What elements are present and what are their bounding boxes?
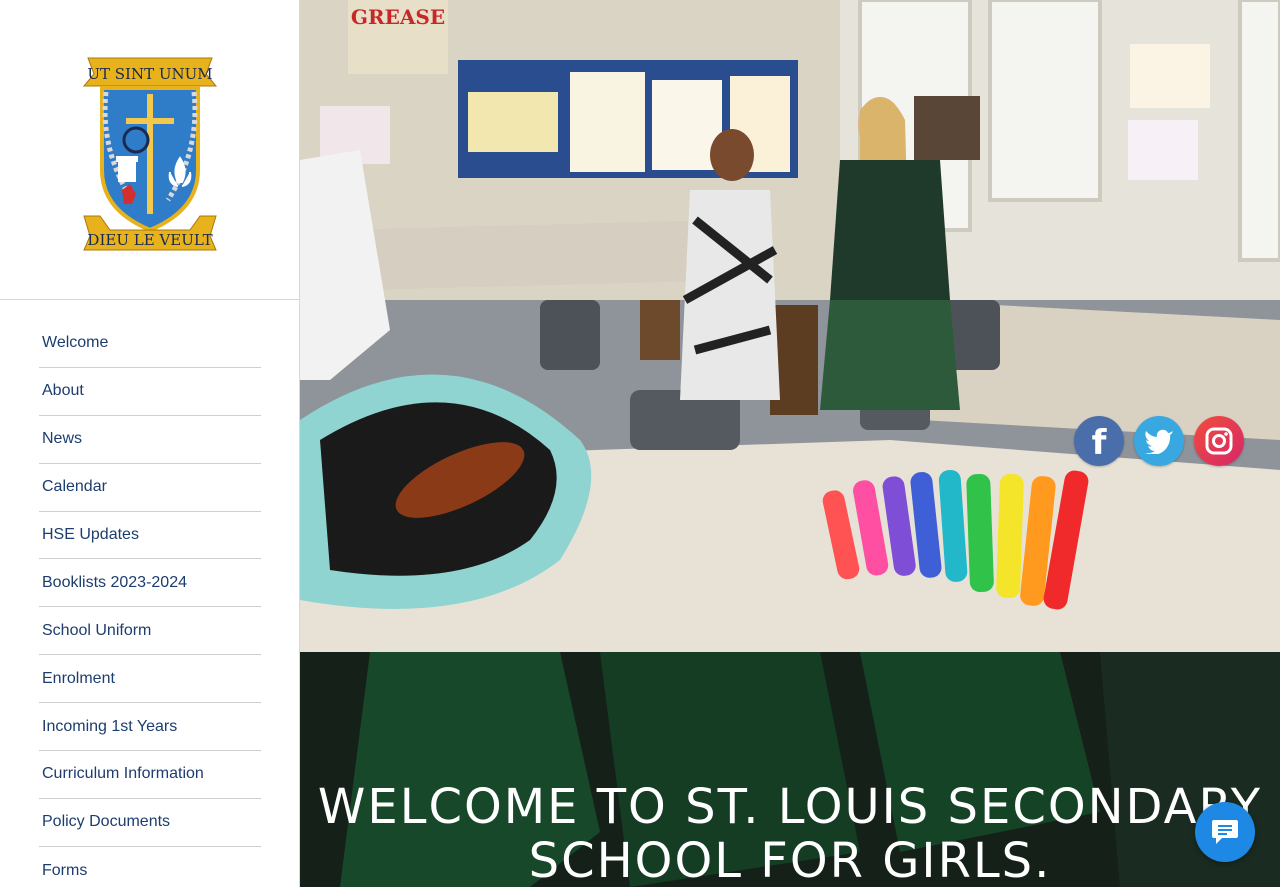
nav-item-calendar[interactable]: Calendar xyxy=(39,464,261,512)
twitter-icon xyxy=(1145,429,1173,454)
nav-item-label: Calendar xyxy=(42,478,107,496)
nav-item-label: About xyxy=(42,382,84,400)
welcome-band: WELCOME TO ST. LOUIS SECONDARY SCHOOL FO… xyxy=(300,652,1280,887)
main-nav: Welcome About News Calendar HSE Updates … xyxy=(39,320,261,887)
motto-bottom: DIEU LE VEULT xyxy=(87,231,212,249)
chat-button[interactable] xyxy=(1195,802,1255,862)
instagram-button[interactable] xyxy=(1194,416,1244,466)
hero-photo: GREASE xyxy=(300,0,1280,652)
nav-item-curriculum-information[interactable]: Curriculum Information xyxy=(39,751,261,799)
facebook-icon: f xyxy=(1091,423,1107,463)
nav-item-news[interactable]: News xyxy=(39,416,261,464)
twitter-button[interactable] xyxy=(1134,416,1184,466)
nav-item-policy-documents[interactable]: Policy Documents xyxy=(39,799,261,847)
nav-item-label: Policy Documents xyxy=(42,813,171,831)
sidebar: UT SINT UNUM DIEU LE VEULT Welcome About… xyxy=(0,0,300,887)
facebook-button[interactable]: f xyxy=(1074,416,1124,466)
nav-item-label: HSE Updates xyxy=(42,526,139,543)
nav-item-incoming-1st-years[interactable]: Incoming 1st Years xyxy=(39,703,261,752)
nav-item-label: School Uniform xyxy=(42,621,152,639)
school-crest-logo[interactable]: UT SINT UNUM DIEU LE VEULT xyxy=(40,40,260,260)
welcome-title: WELCOME TO ST. LOUIS SECONDARY SCHOOL FO… xyxy=(317,779,1263,887)
nav-item-forms[interactable]: Forms xyxy=(39,847,261,887)
nav-item-school-uniform[interactable]: School Uniform xyxy=(39,607,261,656)
nav-item-label: Forms xyxy=(42,861,88,879)
poster-title: GREASE xyxy=(351,5,445,29)
nav-item-label: Booklists 2023-2024 xyxy=(42,573,187,591)
nav-item-label: Enrolment xyxy=(42,669,115,687)
nav-item-label: Welcome xyxy=(42,334,109,352)
nav-item-label: News xyxy=(42,430,83,448)
nav-item-hse-updates[interactable]: HSE Updates xyxy=(39,512,261,560)
nav-item-booklists[interactable]: Booklists 2023-2024 xyxy=(39,559,261,608)
nav-item-about[interactable]: About xyxy=(39,368,261,416)
chat-icon xyxy=(1212,820,1238,844)
instagram-icon xyxy=(1205,427,1233,455)
nav-item-enrolment[interactable]: Enrolment xyxy=(39,655,261,704)
nav-item-label: Incoming 1st Years xyxy=(42,717,178,735)
nav-item-label: Curriculum Information xyxy=(42,765,204,783)
sidebar-divider xyxy=(0,299,300,300)
nav-item-welcome[interactable]: Welcome xyxy=(39,320,261,368)
motto-top: UT SINT UNUM xyxy=(87,65,212,83)
